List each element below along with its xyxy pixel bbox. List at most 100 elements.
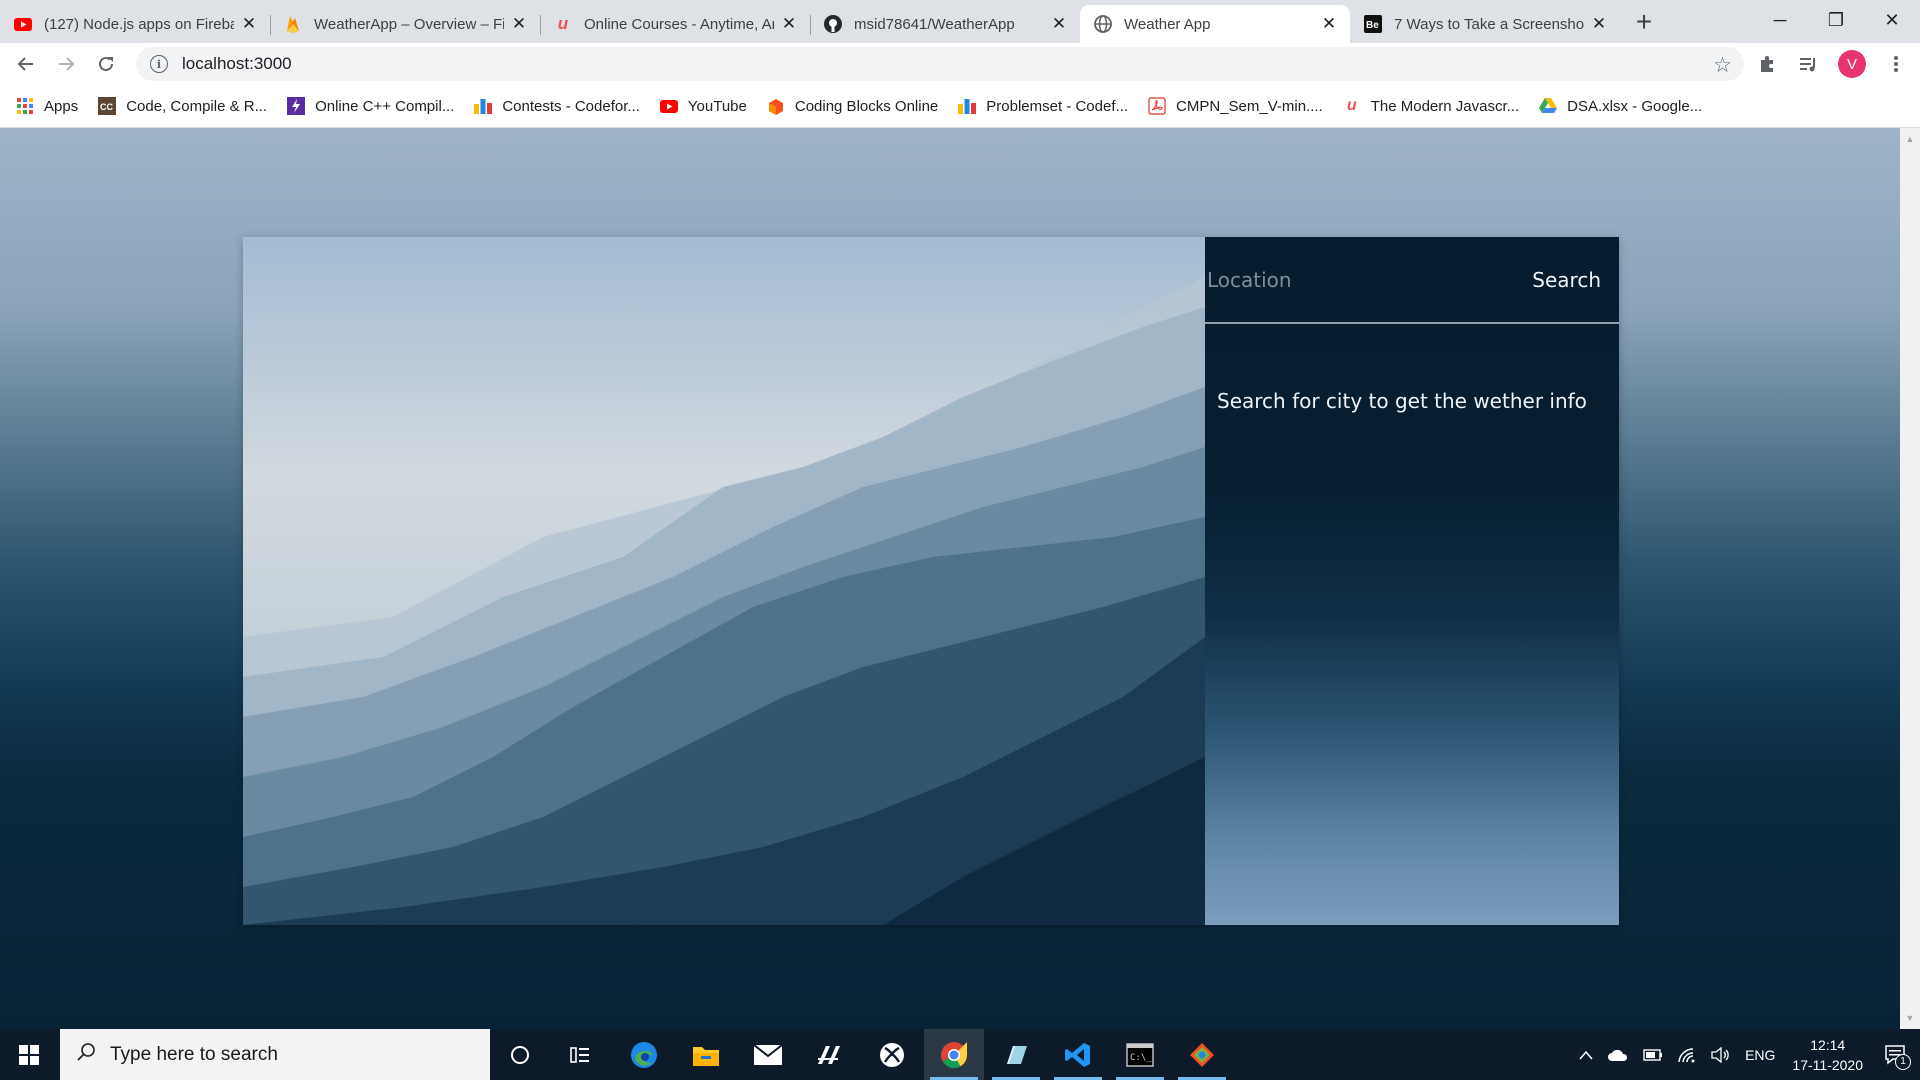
bookmark-online-cpp[interactable]: Online C++ Compil...	[287, 97, 454, 115]
close-icon[interactable]: ✕	[1320, 15, 1338, 33]
profile-avatar[interactable]: V	[1838, 50, 1866, 78]
bookmark-label: Apps	[44, 97, 79, 115]
behance-icon: Be	[1364, 15, 1382, 33]
bookmark-problemset-codeforces[interactable]: Problemset - Codef...	[958, 97, 1128, 115]
bookmark-contests-codeforces[interactable]: Contests - Codefor...	[474, 97, 640, 115]
close-icon[interactable]: ✕	[1590, 15, 1608, 33]
bookmark-label: Code, Compile & R...	[126, 97, 268, 115]
bookmark-label: Problemset - Codef...	[986, 97, 1129, 115]
location-input[interactable]	[1205, 259, 1509, 301]
pdf-icon	[1148, 97, 1166, 115]
bookmark-modern-javascript[interactable]: u The Modern Javascr...	[1343, 97, 1519, 115]
scroll-up-arrow-icon[interactable]: ▲	[1900, 130, 1920, 148]
minimize-icon[interactable]: ─	[1752, 0, 1808, 40]
address-url[interactable]: localhost:3000	[182, 54, 292, 74]
media-queue-icon[interactable]	[1788, 44, 1828, 84]
notes-app-icon[interactable]	[986, 1029, 1046, 1080]
mail-icon[interactable]	[738, 1029, 798, 1080]
window-controls: ─ ❐ ✕	[1752, 0, 1920, 40]
cortana-icon[interactable]	[490, 1029, 550, 1080]
youtube-icon	[14, 15, 32, 33]
close-icon[interactable]: ✕	[240, 15, 258, 33]
cc-icon: CC	[98, 97, 117, 115]
info-message: Search for city to get the wether info	[1217, 389, 1587, 413]
tab-title: msid78641/WeatherApp	[854, 15, 1015, 33]
bookmark-dsa-xlsx[interactable]: DSA.xlsx - Google...	[1539, 97, 1702, 115]
coding-blocks-icon	[767, 97, 785, 115]
scroll-down-arrow-icon[interactable]: ▼	[1900, 1009, 1920, 1027]
bookmark-apps[interactable]: Apps	[16, 97, 78, 115]
xbox-icon[interactable]	[862, 1029, 922, 1080]
taskbar-search-placeholder: Type here to search	[110, 1043, 278, 1065]
bookmark-label: Online C++ Compil...	[315, 97, 455, 115]
tab-github-weatherapp[interactable]: msid78641/WeatherApp ✕	[810, 5, 1080, 43]
back-arrow-icon[interactable]	[6, 44, 46, 84]
tab-udemy-courses[interactable]: u Online Courses - Anytime, An ✕	[540, 5, 810, 43]
taskbar-clock[interactable]: 12:14 17-11-2020	[1792, 1035, 1863, 1075]
bookmark-star-icon[interactable]: ☆	[1713, 53, 1732, 78]
svg-text:Be: Be	[1366, 20, 1379, 31]
bookmark-label: DSA.xlsx - Google...	[1567, 97, 1703, 115]
git-kraken-icon[interactable]	[1172, 1029, 1232, 1080]
firebase-icon	[284, 15, 302, 33]
notification-center-icon[interactable]: 1	[1884, 1044, 1911, 1070]
page-scrollbar[interactable]: ▲ ▼	[1900, 128, 1920, 1029]
cad-app-icon[interactable]	[800, 1029, 860, 1080]
windows-start-icon[interactable]	[0, 1029, 58, 1080]
restore-icon[interactable]: ❐	[1808, 0, 1864, 40]
close-icon[interactable]: ✕	[510, 15, 528, 33]
bookmark-youtube[interactable]: YouTube	[659, 97, 747, 115]
info-icon[interactable]: i	[150, 55, 168, 73]
forward-arrow-icon[interactable]	[46, 44, 86, 84]
terminal-icon[interactable]: C:\_	[1110, 1029, 1170, 1080]
tab-screenshot-article[interactable]: Be 7 Ways to Take a Screenshot ✕	[1350, 5, 1620, 43]
udemy-icon: u	[557, 14, 569, 33]
bookmark-label: The Modern Javascr...	[1370, 97, 1520, 115]
codeforces-icon	[958, 97, 977, 115]
wifi-icon[interactable]	[1677, 1047, 1697, 1063]
weather-panel: Search Search for city to get the wether…	[1205, 237, 1619, 925]
notification-badge: 1	[1895, 1053, 1911, 1070]
close-icon[interactable]: ✕	[780, 15, 798, 33]
svg-text:C:\_: C:\_	[1130, 1053, 1152, 1063]
bookmark-code-compile[interactable]: CC Code, Compile & R...	[98, 97, 267, 115]
search-button[interactable]: Search	[1532, 259, 1601, 301]
edge-browser-icon[interactable]	[614, 1029, 674, 1080]
file-explorer-icon[interactable]	[676, 1029, 736, 1080]
close-icon[interactable]: ✕	[1050, 15, 1068, 33]
address-bar[interactable]: i localhost:3000 ☆	[136, 47, 1744, 81]
chevron-up-icon[interactable]	[1579, 1050, 1593, 1060]
search-icon	[76, 1042, 96, 1068]
toolbar-actions: V	[1748, 43, 1920, 85]
extensions-puzzle-icon[interactable]	[1748, 44, 1788, 84]
battery-icon[interactable]	[1643, 1048, 1663, 1061]
close-window-icon[interactable]: ✕	[1864, 0, 1920, 40]
codeforces-icon	[474, 97, 493, 115]
chrome-icon[interactable]	[924, 1029, 984, 1080]
language-indicator[interactable]: ENG	[1745, 1047, 1775, 1063]
tab-title: 7 Ways to Take a Screenshot	[1394, 15, 1584, 33]
bookmark-coding-blocks[interactable]: Coding Blocks Online	[767, 97, 938, 115]
volume-icon[interactable]	[1711, 1046, 1731, 1063]
vscode-icon[interactable]	[1048, 1029, 1108, 1080]
tab-title: WeatherApp – Overview – Fir	[314, 15, 504, 33]
tab-youtube-node-firebase[interactable]: (127) Node.js apps on Firebas ✕	[0, 5, 270, 43]
browser-toolbar: i localhost:3000 ☆ V	[0, 43, 1920, 85]
tab-title: (127) Node.js apps on Firebas	[44, 15, 234, 33]
bookmark-label: Coding Blocks Online	[794, 97, 939, 115]
youtube-icon	[659, 97, 678, 115]
new-tab-button[interactable]: +	[1626, 5, 1662, 41]
page-viewport: Search Search for city to get the wether…	[0, 128, 1900, 1029]
google-drive-icon	[1539, 97, 1558, 115]
search-form: Search	[1205, 237, 1619, 324]
kebab-menu-icon[interactable]	[1876, 44, 1916, 84]
bookmarks-bar: Apps CC Code, Compile & R... Online C++ …	[0, 85, 1920, 128]
task-view-icon[interactable]	[550, 1029, 610, 1080]
bookmark-cmpn-sem[interactable]: CMPN_Sem_V-min....	[1148, 97, 1323, 115]
reload-icon[interactable]	[86, 44, 126, 84]
tab-weather-app[interactable]: Weather App ✕	[1080, 5, 1350, 43]
udemy-icon: u	[1346, 97, 1357, 114]
onedrive-cloud-icon[interactable]	[1607, 1048, 1629, 1062]
taskbar-search-box[interactable]: Type here to search	[60, 1029, 490, 1080]
tab-firebase-overview[interactable]: WeatherApp – Overview – Fir ✕	[270, 5, 540, 43]
